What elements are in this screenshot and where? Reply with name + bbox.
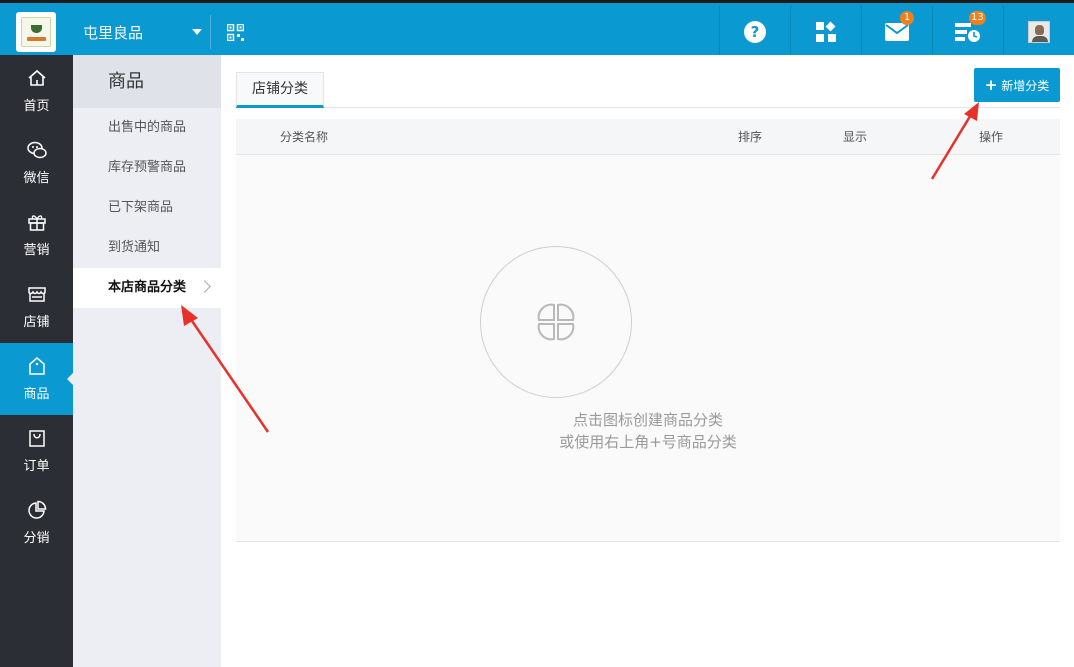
nav-item-home[interactable]: 首页 <box>0 55 73 127</box>
add-category-label: 新增分类 <box>1001 78 1050 93</box>
tab-bar: 店铺分类 <box>236 72 1060 108</box>
brand-logo[interactable] <box>16 12 56 52</box>
subnav-item-on-sale[interactable]: 出售中的商品 <box>73 108 221 148</box>
nav-item-distribution[interactable]: 分销 <box>0 487 73 559</box>
subnav-label: 已下架商品 <box>108 200 174 215</box>
tag-icon <box>28 357 45 375</box>
qr-code-icon[interactable] <box>227 24 244 41</box>
nav-item-products[interactable]: 商品 <box>0 343 73 415</box>
avatar <box>1028 21 1050 43</box>
store-name: 屯里良品 <box>83 23 144 42</box>
subnav-label: 出售中的商品 <box>108 120 187 135</box>
tasks-button[interactable]: 13 <box>932 6 1003 58</box>
subnav-item-store-categories[interactable]: 本店商品分类 <box>73 268 221 308</box>
home-icon <box>27 69 46 86</box>
mail-badge: 1 <box>900 11 914 25</box>
help-button[interactable]: ? <box>719 6 790 58</box>
empty-state: 点击图标创建商品分类 或使用右上角+号商品分类 <box>236 155 1060 542</box>
plus-icon: + <box>984 76 998 94</box>
chevron-down-icon <box>192 29 202 35</box>
apps-icon <box>816 21 836 42</box>
column-header-sort: 排序 <box>738 130 763 144</box>
create-category-circle[interactable] <box>480 246 632 398</box>
nav-label: 首页 <box>23 99 50 114</box>
category-flower-icon <box>537 303 575 341</box>
subnav-item-arrival-notice[interactable]: 到货通知 <box>73 228 221 268</box>
pie-icon <box>27 500 46 519</box>
mail-icon <box>885 23 909 41</box>
nav-label: 营销 <box>23 243 50 258</box>
messages-button[interactable]: 1 <box>861 6 932 58</box>
subnav-label: 库存预警商品 <box>108 160 187 175</box>
bag-icon <box>28 430 45 447</box>
table-header: 分类名称 排序 显示 操作 <box>236 119 1060 155</box>
nav-label: 店铺 <box>23 315 50 330</box>
subnav-item-stock-warning[interactable]: 库存预警商品 <box>73 148 221 188</box>
gift-icon <box>27 215 46 231</box>
tab-store-categories[interactable]: 店铺分类 <box>236 72 324 108</box>
logo-cup-icon <box>21 17 51 47</box>
secondary-sidebar: 商品 出售中的商品 库存预警商品 已下架商品 到货通知 本店商品分类 <box>73 55 221 667</box>
main-content: 店铺分类 + 新增分类 分类名称 排序 显示 操作 点击图标创建商品分类 或使用… <box>221 55 1074 667</box>
column-header-name: 分类名称 <box>280 130 329 144</box>
empty-state-line1: 点击图标创建商品分类 <box>572 411 723 429</box>
top-bar: 屯里良品 ? 1 13 <box>0 0 1074 58</box>
chevron-right-icon <box>198 280 211 293</box>
nav-label: 微信 <box>23 171 50 186</box>
nav-item-marketing[interactable]: 营销 <box>0 199 73 271</box>
primary-sidebar: 首页 微信 营销 店铺 商品 订单 分销 <box>0 55 73 667</box>
subnav-title: 商品 <box>73 55 221 108</box>
store-icon <box>27 287 46 302</box>
tab-label: 店铺分类 <box>252 81 308 97</box>
apps-button[interactable] <box>790 6 861 58</box>
wechat-icon <box>26 141 47 159</box>
nav-label: 商品 <box>23 387 50 402</box>
nav-item-wechat[interactable]: 微信 <box>0 127 73 199</box>
nav-label: 分销 <box>23 531 50 546</box>
svg-text:?: ? <box>751 23 760 41</box>
user-avatar-button[interactable] <box>1003 6 1074 58</box>
column-header-actions: 操作 <box>979 130 1004 144</box>
subnav-label: 本店商品分类 <box>108 280 187 295</box>
nav-item-store[interactable]: 店铺 <box>0 271 73 343</box>
store-selector[interactable]: 屯里良品 <box>73 15 211 49</box>
help-icon: ? <box>744 21 766 43</box>
column-header-display: 显示 <box>843 130 868 144</box>
subnav-item-delisted[interactable]: 已下架商品 <box>73 188 221 228</box>
empty-state-line2: 或使用右上角+号商品分类 <box>559 433 737 451</box>
nav-item-orders[interactable]: 订单 <box>0 415 73 487</box>
subnav-label: 到货通知 <box>108 240 161 255</box>
nav-label: 订单 <box>23 459 50 474</box>
add-category-button[interactable]: + 新增分类 <box>974 68 1060 102</box>
tasks-badge: 13 <box>969 11 986 25</box>
